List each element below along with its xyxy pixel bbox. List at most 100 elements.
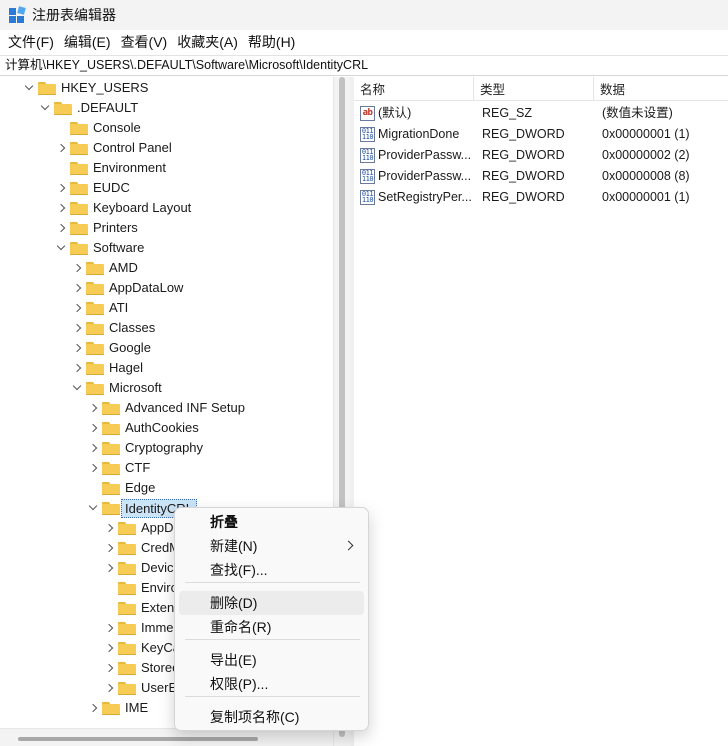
- chevron-right-icon[interactable]: [88, 423, 98, 433]
- menu-edit[interactable]: 编辑(E): [59, 30, 116, 54]
- tree-node-label[interactable]: Cryptography: [125, 438, 203, 458]
- tree-node-label[interactable]: Classes: [109, 318, 155, 338]
- chevron-right-icon[interactable]: [72, 263, 82, 273]
- chevron-right-icon[interactable]: [72, 343, 82, 353]
- folder-icon: [70, 162, 88, 175]
- tree-node-label[interactable]: Printers: [93, 218, 138, 238]
- ctx-new[interactable]: 新建(N): [179, 534, 364, 558]
- tree-node-label[interactable]: Advanced INF Setup: [125, 398, 245, 418]
- chevron-right-icon[interactable]: [104, 523, 114, 533]
- tree-node-label[interactable]: Control Panel: [93, 138, 172, 158]
- ctx-copy-key-name[interactable]: 复制项名称(C): [179, 705, 364, 729]
- tree-node[interactable]: AMD: [0, 258, 331, 278]
- tree-node-label[interactable]: AppDataLow: [109, 278, 183, 298]
- tree-node-label[interactable]: ATI: [109, 298, 128, 318]
- chevron-down-icon[interactable]: [56, 243, 66, 253]
- tree-node[interactable]: CTF: [0, 458, 331, 478]
- chevron-down-icon[interactable]: [40, 103, 50, 113]
- chevron-right-icon[interactable]: [72, 363, 82, 373]
- chevron-down-icon[interactable]: [24, 83, 34, 93]
- column-header-name[interactable]: 名称: [354, 77, 474, 101]
- tree-node[interactable]: .DEFAULT: [0, 98, 331, 118]
- tree-horizontal-scroll-thumb[interactable]: [18, 737, 258, 741]
- tree-node[interactable]: AppDataLow: [0, 278, 331, 298]
- value-row[interactable]: 011 110 SetRegistryPer... REG_DWORD 0x000000…: [354, 187, 728, 208]
- chevron-right-icon[interactable]: [104, 683, 114, 693]
- chevron-down-icon[interactable]: [72, 383, 82, 393]
- value-row[interactable]: 011 110 ProviderPassw... REG_DWORD 0x0000000…: [354, 166, 728, 187]
- tree-node-label[interactable]: UserE: [141, 678, 177, 698]
- tree-node[interactable]: Cryptography: [0, 438, 331, 458]
- tree-node[interactable]: Keyboard Layout: [0, 198, 331, 218]
- menu-help[interactable]: 帮助(H): [243, 30, 300, 54]
- chevron-right-icon[interactable]: [88, 463, 98, 473]
- tree-node-label[interactable]: AMD: [109, 258, 138, 278]
- tree-node-label[interactable]: CTF: [125, 458, 150, 478]
- tree-node-label[interactable]: Keyboard Layout: [93, 198, 191, 218]
- tree-node[interactable]: AuthCookies: [0, 418, 331, 438]
- chevron-right-icon[interactable]: [56, 183, 66, 193]
- tree-node-label[interactable]: Microsoft: [109, 378, 162, 398]
- address-bar[interactable]: 计算机\HKEY_USERS\.DEFAULT\Software\Microso…: [0, 55, 728, 76]
- tree-node-label[interactable]: Hagel: [109, 358, 143, 378]
- value-row[interactable]: ab (默认) REG_SZ (数值未设置): [354, 103, 728, 124]
- tree-node-label[interactable]: Enviro: [141, 578, 178, 598]
- tree-node[interactable]: Software: [0, 238, 331, 258]
- chevron-right-icon[interactable]: [88, 403, 98, 413]
- values-list-pane[interactable]: 名称 类型 数据 ab (默认) REG_SZ (数值未设置) 011 110 Migrat…: [354, 77, 728, 746]
- value-row[interactable]: 011 110 ProviderPassw... REG_DWORD 0x0000000…: [354, 145, 728, 166]
- tree-node[interactable]: Printers: [0, 218, 331, 238]
- tree-node[interactable]: HKEY_USERS: [0, 78, 331, 98]
- ctx-find[interactable]: 查找(F)...: [179, 558, 364, 582]
- tree-node-label[interactable]: IME: [125, 698, 148, 718]
- chevron-right-icon[interactable]: [88, 443, 98, 453]
- tree-node-label[interactable]: .DEFAULT: [77, 98, 138, 118]
- chevron-right-icon[interactable]: [56, 203, 66, 213]
- tree-node[interactable]: Google: [0, 338, 331, 358]
- column-header-data[interactable]: 数据: [594, 77, 728, 101]
- tree-node-label[interactable]: Google: [109, 338, 151, 358]
- ctx-export[interactable]: 导出(E): [179, 648, 364, 672]
- tree-node-label[interactable]: HKEY_USERS: [61, 78, 148, 98]
- tree-node-label[interactable]: Imme: [141, 618, 174, 638]
- tree-node[interactable]: Classes: [0, 318, 331, 338]
- menu-file[interactable]: 文件(F): [3, 30, 59, 54]
- tree-node[interactable]: Edge: [0, 478, 331, 498]
- chevron-right-icon[interactable]: [104, 543, 114, 553]
- chevron-right-icon[interactable]: [104, 623, 114, 633]
- tree-node-label[interactable]: Environment: [93, 158, 166, 178]
- chevron-right-icon[interactable]: [88, 703, 98, 713]
- tree-node-label[interactable]: Storec: [141, 658, 179, 678]
- ctx-collapse[interactable]: 折叠: [179, 510, 364, 534]
- chevron-right-icon[interactable]: [72, 303, 82, 313]
- tree-node-label[interactable]: Edge: [125, 478, 155, 498]
- column-header-type[interactable]: 类型: [474, 77, 594, 101]
- ctx-rename[interactable]: 重命名(R): [179, 615, 364, 639]
- chevron-right-icon[interactable]: [104, 643, 114, 653]
- ctx-permissions[interactable]: 权限(P)...: [179, 672, 364, 696]
- chevron-down-icon[interactable]: [88, 503, 98, 513]
- tree-node[interactable]: EUDC: [0, 178, 331, 198]
- menu-view[interactable]: 查看(V): [116, 30, 173, 54]
- tree-node-label[interactable]: EUDC: [93, 178, 130, 198]
- tree-node-label[interactable]: Software: [93, 238, 144, 258]
- chevron-right-icon[interactable]: [56, 223, 66, 233]
- tree-node[interactable]: Environment: [0, 158, 331, 178]
- chevron-right-icon[interactable]: [72, 283, 82, 293]
- chevron-right-icon[interactable]: [104, 563, 114, 573]
- tree-node[interactable]: Advanced INF Setup: [0, 398, 331, 418]
- ctx-delete[interactable]: 删除(D): [179, 591, 364, 615]
- tree-node[interactable]: Microsoft: [0, 378, 331, 398]
- tree-node-label[interactable]: Console: [93, 118, 141, 138]
- chevron-right-icon[interactable]: [104, 663, 114, 673]
- tree-node[interactable]: Control Panel: [0, 138, 331, 158]
- value-row[interactable]: 011 110 MigrationDone REG_DWORD 0x00000001 (…: [354, 124, 728, 145]
- menu-favorites[interactable]: 收藏夹(A): [172, 30, 243, 54]
- tree-node[interactable]: Hagel: [0, 358, 331, 378]
- tree-node[interactable]: Console: [0, 118, 331, 138]
- chevron-right-icon[interactable]: [56, 143, 66, 153]
- tree-node-label[interactable]: AppD: [141, 518, 174, 538]
- tree-node-label[interactable]: AuthCookies: [125, 418, 199, 438]
- tree-node[interactable]: ATI: [0, 298, 331, 318]
- chevron-right-icon[interactable]: [72, 323, 82, 333]
